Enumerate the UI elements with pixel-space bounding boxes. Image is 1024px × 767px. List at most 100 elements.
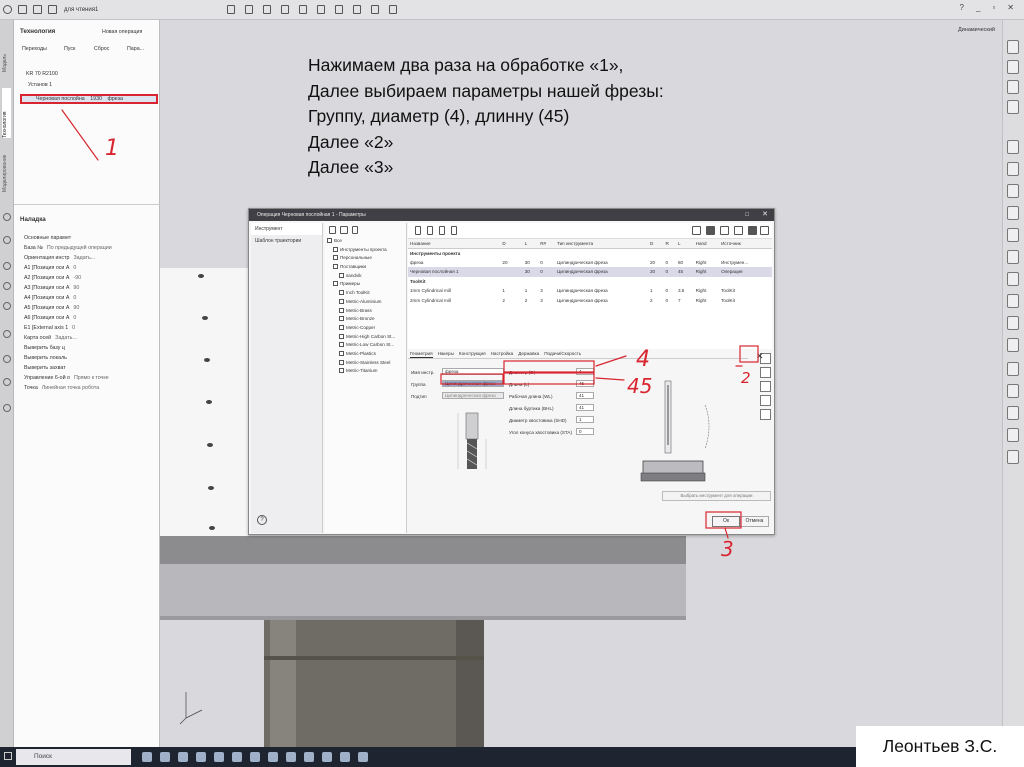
section-tool[interactable]: Инструмент xyxy=(251,223,322,235)
param-tab[interactable]: Конструкция xyxy=(459,351,486,358)
tree-checkbox[interactable] xyxy=(339,333,344,339)
wire-icon[interactable] xyxy=(1007,450,1019,464)
tab-technology[interactable]: Технология xyxy=(2,88,11,138)
save-icon[interactable] xyxy=(48,5,57,14)
view-cube-icon[interactable] xyxy=(1007,40,1019,54)
setup-row[interactable]: Выверить базу ц xyxy=(24,345,69,351)
start-button[interactable]: Пуск xyxy=(64,46,75,52)
setup-row[interactable]: Основные парамет xyxy=(24,235,75,241)
setup-row[interactable]: A3 [Позиция оси A 90 xyxy=(24,285,79,291)
ok-button[interactable]: Ок xyxy=(712,516,740,527)
columns-icon[interactable] xyxy=(760,226,769,235)
grid-view-icon[interactable] xyxy=(692,226,701,235)
delete-icon[interactable] xyxy=(352,226,358,234)
setup-row[interactable]: A5 [Позиция оси A 90 xyxy=(24,305,79,311)
chart-icon[interactable] xyxy=(353,5,361,14)
table-column-header[interactable]: L xyxy=(522,239,539,249)
view-bottom-icon[interactable] xyxy=(1007,206,1019,220)
maximize-icon[interactable]: ▫ xyxy=(992,3,995,12)
open-folder-icon[interactable] xyxy=(33,5,42,14)
diameter-field[interactable]: 4 xyxy=(576,368,594,376)
print-icon[interactable] xyxy=(371,5,379,14)
tree-node[interactable]: Инструменты проекта xyxy=(325,246,406,255)
table-column-header[interactable]: Тип инструмента xyxy=(555,239,648,249)
tree-checkbox[interactable] xyxy=(333,246,338,252)
table-row[interactable]: Инструменты проекта xyxy=(408,248,772,257)
taskbar-search[interactable]: Поиск xyxy=(16,749,131,765)
browser-icon[interactable] xyxy=(160,752,170,762)
param-tab[interactable]: Державка xyxy=(518,351,539,358)
dialog-close-icon[interactable]: ✕ xyxy=(762,209,768,221)
cancel-button[interactable]: Отмена xyxy=(740,516,769,527)
table-icon[interactable] xyxy=(335,5,343,14)
close-param-icon[interactable]: ✕ xyxy=(756,351,764,362)
shoulder-length-field[interactable]: 41 xyxy=(576,404,594,412)
tool-add-icon[interactable] xyxy=(415,226,421,235)
tree-node[interactable]: Metric-Low Carbon St... xyxy=(325,341,406,350)
tree-checkbox[interactable] xyxy=(333,281,338,287)
tool-copy-icon[interactable] xyxy=(427,226,433,235)
table-view-icon[interactable] xyxy=(706,226,715,235)
subtype-select[interactable]: Цилиндрическая фреза xyxy=(442,392,504,400)
tree-checkbox[interactable] xyxy=(327,238,332,243)
tree-checkbox[interactable] xyxy=(339,290,344,296)
tree-node[interactable]: sandvik xyxy=(325,272,406,281)
tree-node[interactable]: Metric-Stainless Steel xyxy=(325,359,406,368)
setup-row[interactable]: A1 [Позиция оси A0 xyxy=(24,265,76,271)
tree-node[interactable]: Metric-Copper xyxy=(325,324,406,333)
close-icon[interactable]: ✕ xyxy=(1007,3,1014,12)
table-column-header[interactable]: R# xyxy=(538,239,556,249)
list-view-icon[interactable] xyxy=(720,226,729,235)
tree-node[interactable]: Metric-High Carbon St... xyxy=(325,333,406,342)
view-iso-2-icon[interactable] xyxy=(1007,294,1019,308)
snap-icon[interactable] xyxy=(760,395,771,406)
group-select[interactable]: Цилиндрическая фреза xyxy=(442,380,504,388)
table-row[interactable]: ToolKit xyxy=(408,277,772,286)
view-iso-icon[interactable] xyxy=(1007,272,1019,286)
table-column-header[interactable]: L xyxy=(675,239,694,249)
shank-angle-field[interactable]: 0 xyxy=(576,428,594,436)
lock-icon[interactable] xyxy=(760,367,771,378)
table-row[interactable]: фреза 20 30 0 Цилиндрическая фреза 20 0 60 Right… xyxy=(408,258,772,267)
doc-3-icon[interactable] xyxy=(299,5,307,14)
app-8-icon[interactable] xyxy=(340,752,350,762)
app-icon[interactable] xyxy=(214,752,224,762)
box-view-icon[interactable] xyxy=(1007,80,1019,94)
app-5-icon[interactable] xyxy=(286,752,296,762)
tree-checkbox[interactable] xyxy=(339,307,344,313)
tree-node[interactable]: Поставщики xyxy=(325,263,406,272)
info-icon[interactable] xyxy=(3,355,11,363)
sphere-icon[interactable] xyxy=(1007,60,1019,74)
explorer-icon[interactable] xyxy=(196,752,206,762)
table-column-header[interactable]: Название xyxy=(408,239,501,249)
redo-icon[interactable] xyxy=(245,5,253,14)
tree-checkbox[interactable] xyxy=(339,298,344,304)
move-icon[interactable] xyxy=(3,213,11,221)
table-column-header[interactable] xyxy=(515,239,523,249)
tree-node[interactable]: Metric-Aluminium xyxy=(325,298,406,307)
tree-checkbox[interactable] xyxy=(339,316,344,322)
section-path-template[interactable]: Шаблон траектории xyxy=(251,235,322,247)
tree-checkbox[interactable] xyxy=(339,359,344,365)
view-iso-3-icon[interactable] xyxy=(1007,316,1019,330)
setup-row[interactable]: Выверить захват xyxy=(24,365,70,371)
reset-button[interactable]: Сброс xyxy=(94,46,109,52)
pin-icon[interactable] xyxy=(3,330,11,338)
settings-icon[interactable] xyxy=(3,404,11,412)
gear-icon[interactable] xyxy=(3,282,11,290)
tree-robot[interactable]: KR 70 R2100 xyxy=(26,71,58,77)
length-field[interactable]: 45 xyxy=(576,380,594,388)
params-button[interactable]: Пара... xyxy=(127,46,144,52)
tree-node[interactable]: Metric-Titanium xyxy=(325,367,406,376)
tree-operation-selected[interactable]: Черновая послойна 1930 фреза xyxy=(20,94,158,104)
help-button[interactable]: ? xyxy=(257,515,267,525)
tool-icon[interactable] xyxy=(3,236,11,244)
setup-row[interactable]: Ориентация инстр Задать... xyxy=(24,255,95,261)
app-7-icon[interactable] xyxy=(322,752,332,762)
tree-node[interactable]: Все xyxy=(325,237,406,246)
shank-diameter-field[interactable]: 1 xyxy=(576,416,594,424)
param-tab[interactable]: Подачи/Скорость xyxy=(544,351,581,358)
dimension-icon[interactable] xyxy=(760,381,771,392)
mode-select[interactable]: Динамический xyxy=(958,27,995,33)
tool-delete-icon[interactable] xyxy=(451,226,457,235)
